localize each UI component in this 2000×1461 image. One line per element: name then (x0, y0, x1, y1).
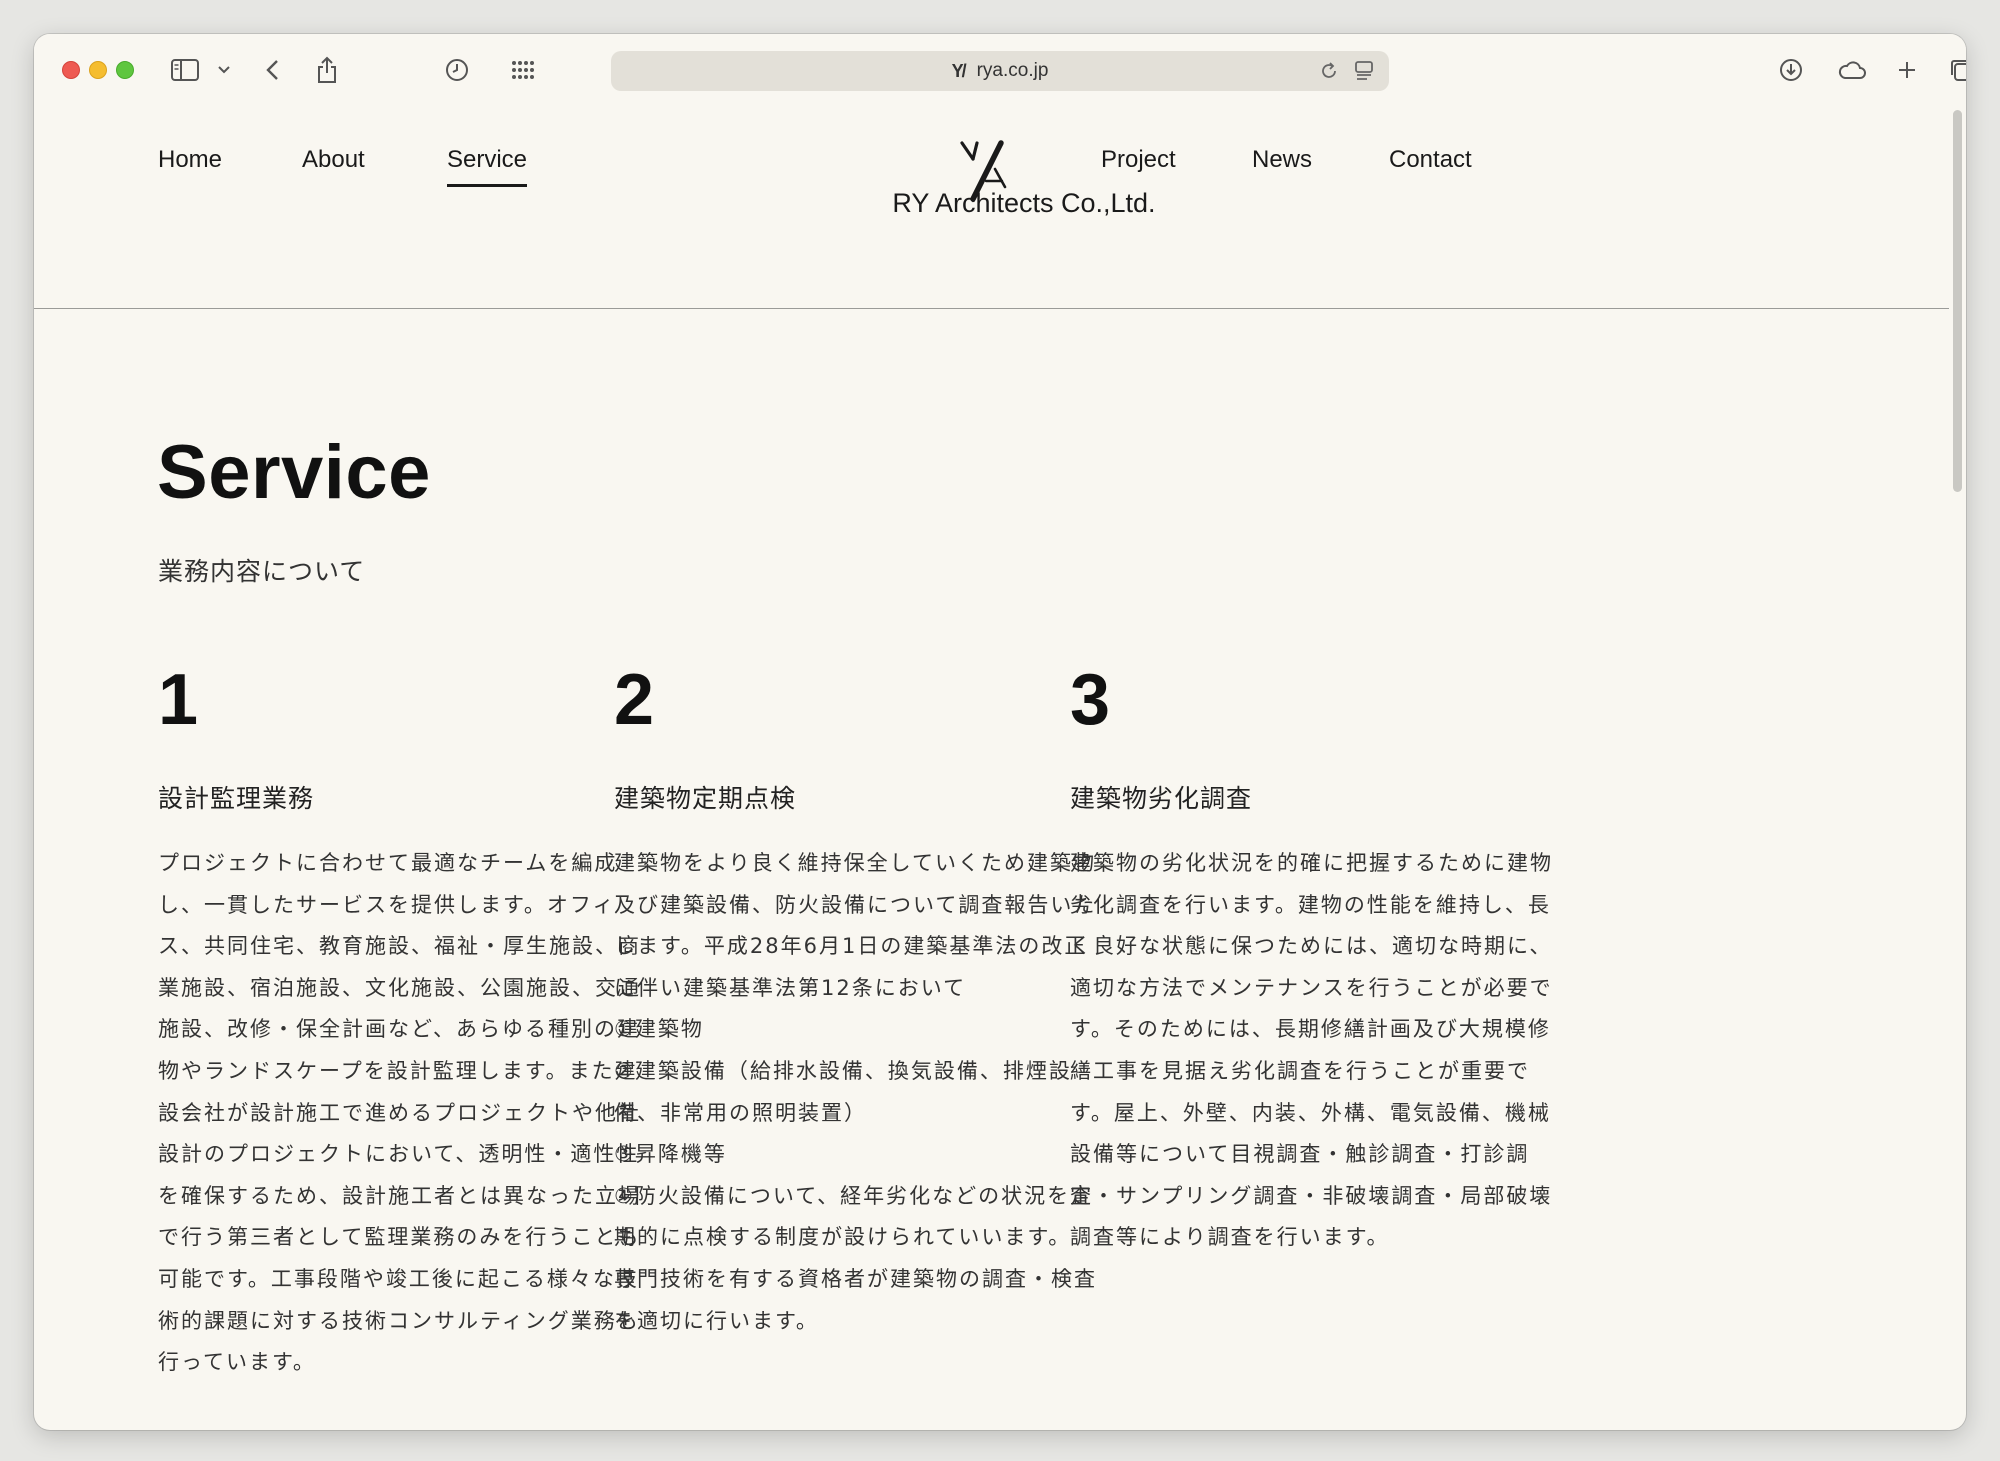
service-number: 1 (158, 660, 199, 740)
nav-service-link[interactable]: Service (447, 146, 528, 187)
minimize-window-button[interactable] (89, 61, 107, 79)
share-icon[interactable] (314, 52, 340, 88)
site-favicon-icon: Y/ (951, 60, 967, 81)
nav-about-link[interactable]: About (302, 146, 365, 174)
history-clock-icon[interactable] (444, 52, 470, 88)
service-number: 3 (1070, 660, 1111, 740)
sidebar-toggle-icon[interactable] (170, 52, 200, 88)
browser-window: Y/ rya.co.jp Home About Service Project … (34, 34, 1966, 1430)
service-heading: 建築物劣化調査 (1070, 784, 1253, 813)
reload-icon[interactable] (1319, 61, 1339, 85)
chevron-down-icon[interactable] (216, 52, 232, 88)
page-subtitle: 業務内容について (158, 557, 366, 586)
download-icon[interactable] (1778, 52, 1804, 88)
service-body: プロジェクトに合わせて最適なチームを編成 し、一貫したサービスを提供します。オフ… (158, 851, 641, 1375)
tab-overview-icon[interactable] (1948, 52, 1966, 88)
service-body: 建築物の劣化状況を的確に把握するために建物 劣化調査を行います。建物の性能を維持… (1070, 851, 1553, 1250)
nav-news-link[interactable]: News (1252, 146, 1312, 174)
close-window-button[interactable] (62, 61, 80, 79)
address-url: rya.co.jp (976, 60, 1049, 81)
service-number: 2 (614, 660, 655, 740)
nav-home-link[interactable]: Home (158, 146, 222, 174)
address-bar[interactable]: Y/ rya.co.jp (611, 51, 1389, 91)
service-heading: 設計監理業務 (158, 784, 315, 813)
page-title: Service (157, 430, 431, 515)
cloud-icon[interactable] (1836, 52, 1868, 88)
service-column-3: 3 建築物劣化調査 建築物の劣化状況を的確に把握するために建物 劣化調査を行いま… (1070, 664, 1570, 1259)
reader-view-icon[interactable] (1355, 61, 1373, 85)
page-scrollbar[interactable] (1953, 110, 1962, 492)
back-arrow-icon[interactable] (262, 52, 282, 88)
service-column-2: 2 建築物定期点検 建築物をより良く維持保全していくため建築物 及び建築設備、防… (614, 664, 1114, 1342)
service-column-1: 1 設計監理業務 プロジェクトに合わせて最適なチームを編成 し、一貫したサービス… (158, 664, 658, 1384)
brand-name[interactable]: RY Architects Co.,Ltd. (814, 188, 1234, 219)
browser-toolbar: Y/ rya.co.jp (34, 34, 1966, 106)
grid-apps-icon[interactable] (510, 52, 536, 88)
nav-contact-link[interactable]: Contact (1389, 146, 1472, 174)
nav-project-link[interactable]: Project (1101, 146, 1176, 174)
zoom-window-button[interactable] (116, 61, 134, 79)
service-heading: 建築物定期点検 (614, 784, 797, 813)
new-tab-plus-icon[interactable] (1896, 52, 1918, 88)
service-body: 建築物をより良く維持保全していくため建築物 及び建築設備、防火設備について調査報… (614, 851, 1097, 1333)
